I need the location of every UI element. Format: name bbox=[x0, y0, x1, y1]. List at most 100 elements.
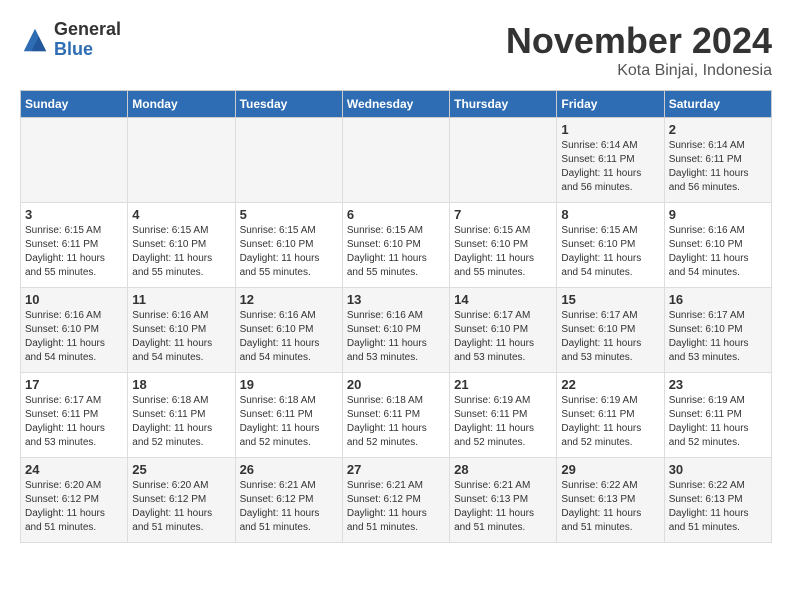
calendar-week-row: 1 Sunrise: 6:14 AM Sunset: 6:11 PM Daylig… bbox=[21, 118, 772, 203]
day-info: Sunrise: 6:19 AM Sunset: 6:11 PM Dayligh… bbox=[454, 394, 552, 450]
day-number: 16 bbox=[669, 292, 767, 307]
day-number: 9 bbox=[669, 207, 767, 222]
calendar-cell: 24 Sunrise: 6:20 AM Sunset: 6:12 PM Dayli… bbox=[21, 458, 128, 543]
day-number: 22 bbox=[561, 377, 659, 392]
calendar-cell bbox=[450, 118, 557, 203]
calendar-cell bbox=[128, 118, 235, 203]
calendar-week-row: 10 Sunrise: 6:16 AM Sunset: 6:10 PM Dayli… bbox=[21, 288, 772, 373]
day-number: 24 bbox=[25, 462, 123, 477]
calendar-header-monday: Monday bbox=[128, 91, 235, 118]
day-number: 13 bbox=[347, 292, 445, 307]
calendar-cell: 8 Sunrise: 6:15 AM Sunset: 6:10 PM Daylig… bbox=[557, 203, 664, 288]
day-number: 26 bbox=[240, 462, 338, 477]
month-title: November 2024 bbox=[506, 20, 772, 62]
day-info: Sunrise: 6:17 AM Sunset: 6:10 PM Dayligh… bbox=[561, 309, 659, 365]
day-info: Sunrise: 6:16 AM Sunset: 6:10 PM Dayligh… bbox=[347, 309, 445, 365]
day-number: 17 bbox=[25, 377, 123, 392]
day-number: 29 bbox=[561, 462, 659, 477]
calendar-cell: 7 Sunrise: 6:15 AM Sunset: 6:10 PM Daylig… bbox=[450, 203, 557, 288]
day-number: 27 bbox=[347, 462, 445, 477]
calendar-header-row: SundayMondayTuesdayWednesdayThursdayFrid… bbox=[21, 91, 772, 118]
calendar-cell: 3 Sunrise: 6:15 AM Sunset: 6:11 PM Daylig… bbox=[21, 203, 128, 288]
calendar-week-row: 3 Sunrise: 6:15 AM Sunset: 6:11 PM Daylig… bbox=[21, 203, 772, 288]
day-number: 23 bbox=[669, 377, 767, 392]
calendar-cell: 4 Sunrise: 6:15 AM Sunset: 6:10 PM Daylig… bbox=[128, 203, 235, 288]
day-info: Sunrise: 6:21 AM Sunset: 6:12 PM Dayligh… bbox=[240, 479, 338, 535]
calendar-cell: 11 Sunrise: 6:16 AM Sunset: 6:10 PM Dayli… bbox=[128, 288, 235, 373]
calendar-cell: 26 Sunrise: 6:21 AM Sunset: 6:12 PM Dayli… bbox=[235, 458, 342, 543]
day-number: 12 bbox=[240, 292, 338, 307]
day-number: 11 bbox=[132, 292, 230, 307]
day-number: 19 bbox=[240, 377, 338, 392]
day-number: 25 bbox=[132, 462, 230, 477]
calendar-cell: 2 Sunrise: 6:14 AM Sunset: 6:11 PM Daylig… bbox=[664, 118, 771, 203]
day-info: Sunrise: 6:14 AM Sunset: 6:11 PM Dayligh… bbox=[669, 139, 767, 195]
day-info: Sunrise: 6:17 AM Sunset: 6:10 PM Dayligh… bbox=[669, 309, 767, 365]
day-number: 8 bbox=[561, 207, 659, 222]
logo-text: General Blue bbox=[54, 20, 121, 60]
calendar-cell: 1 Sunrise: 6:14 AM Sunset: 6:11 PM Daylig… bbox=[557, 118, 664, 203]
calendar-header-wednesday: Wednesday bbox=[342, 91, 449, 118]
calendar-week-row: 17 Sunrise: 6:17 AM Sunset: 6:11 PM Dayli… bbox=[21, 373, 772, 458]
day-info: Sunrise: 6:15 AM Sunset: 6:10 PM Dayligh… bbox=[454, 224, 552, 280]
calendar-cell: 19Sunrise: 6:18 AM Sunset: 6:11 PM Dayli… bbox=[235, 373, 342, 458]
day-number: 5 bbox=[240, 207, 338, 222]
day-number: 14 bbox=[454, 292, 552, 307]
calendar-cell: 17 Sunrise: 6:17 AM Sunset: 6:11 PM Dayli… bbox=[21, 373, 128, 458]
logo: General Blue bbox=[20, 20, 121, 60]
day-info: Sunrise: 6:15 AM Sunset: 6:10 PM Dayligh… bbox=[240, 224, 338, 280]
calendar-cell: 5 Sunrise: 6:15 AM Sunset: 6:10 PM Daylig… bbox=[235, 203, 342, 288]
day-info: Sunrise: 6:15 AM Sunset: 6:10 PM Dayligh… bbox=[561, 224, 659, 280]
calendar-cell: 22 Sunrise: 6:19 AM Sunset: 6:11 PM Dayli… bbox=[557, 373, 664, 458]
day-info: Sunrise: 6:15 AM Sunset: 6:11 PM Dayligh… bbox=[25, 224, 123, 280]
day-number: 3 bbox=[25, 207, 123, 222]
day-info: Sunrise: 6:16 AM Sunset: 6:10 PM Dayligh… bbox=[669, 224, 767, 280]
day-info: Sunrise: 6:18 AM Sunset: 6:11 PM Dayligh… bbox=[347, 394, 445, 450]
day-info: Sunrise: 6:15 AM Sunset: 6:10 PM Dayligh… bbox=[132, 224, 230, 280]
calendar-cell bbox=[21, 118, 128, 203]
calendar-header-thursday: Thursday bbox=[450, 91, 557, 118]
calendar-header-saturday: Saturday bbox=[664, 91, 771, 118]
calendar-cell: 23 Sunrise: 6:19 AM Sunset: 6:11 PM Dayli… bbox=[664, 373, 771, 458]
title-block: November 2024 Kota Binjai, Indonesia bbox=[506, 20, 772, 80]
day-number: 10 bbox=[25, 292, 123, 307]
day-info: Sunrise: 6:20 AM Sunset: 6:12 PM Dayligh… bbox=[25, 479, 123, 535]
calendar-cell: 29 Sunrise: 6:22 AM Sunset: 6:13 PM Dayli… bbox=[557, 458, 664, 543]
day-number: 4 bbox=[132, 207, 230, 222]
day-number: 7 bbox=[454, 207, 552, 222]
day-number: 28 bbox=[454, 462, 552, 477]
logo-general: General bbox=[54, 20, 121, 40]
day-number: 2 bbox=[669, 122, 767, 137]
day-info: Sunrise: 6:18 AM Sunset: 6:11 PM Dayligh… bbox=[132, 394, 230, 450]
day-info: Sunrise: 6:14 AM Sunset: 6:11 PM Dayligh… bbox=[561, 139, 659, 195]
calendar-header-tuesday: Tuesday bbox=[235, 91, 342, 118]
calendar-cell: 27 Sunrise: 6:21 AM Sunset: 6:12 PM Dayli… bbox=[342, 458, 449, 543]
day-info: Sunrise: 6:22 AM Sunset: 6:13 PM Dayligh… bbox=[561, 479, 659, 535]
calendar-cell: 14 Sunrise: 6:17 AM Sunset: 6:10 PM Dayli… bbox=[450, 288, 557, 373]
calendar-cell: 13 Sunrise: 6:16 AM Sunset: 6:10 PM Dayli… bbox=[342, 288, 449, 373]
day-number: 30 bbox=[669, 462, 767, 477]
day-info: Sunrise: 6:21 AM Sunset: 6:12 PM Dayligh… bbox=[347, 479, 445, 535]
day-info: Sunrise: 6:19 AM Sunset: 6:11 PM Dayligh… bbox=[561, 394, 659, 450]
calendar-cell: 21 Sunrise: 6:19 AM Sunset: 6:11 PM Dayli… bbox=[450, 373, 557, 458]
calendar-cell: 12 Sunrise: 6:16 AM Sunset: 6:10 PM Dayli… bbox=[235, 288, 342, 373]
calendar-table: SundayMondayTuesdayWednesdayThursdayFrid… bbox=[20, 90, 772, 543]
calendar-cell: 15 Sunrise: 6:17 AM Sunset: 6:10 PM Dayli… bbox=[557, 288, 664, 373]
day-number: 15 bbox=[561, 292, 659, 307]
calendar-cell bbox=[235, 118, 342, 203]
day-info: Sunrise: 6:19 AM Sunset: 6:11 PM Dayligh… bbox=[669, 394, 767, 450]
day-info: Sunrise: 6:20 AM Sunset: 6:12 PM Dayligh… bbox=[132, 479, 230, 535]
day-number: 21 bbox=[454, 377, 552, 392]
calendar-cell: 25 Sunrise: 6:20 AM Sunset: 6:12 PM Dayli… bbox=[128, 458, 235, 543]
day-info: Sunrise: 6:17 AM Sunset: 6:10 PM Dayligh… bbox=[454, 309, 552, 365]
day-number: 20 bbox=[347, 377, 445, 392]
page-header: General Blue November 2024 Kota Binjai, … bbox=[20, 20, 772, 80]
day-info: Sunrise: 6:16 AM Sunset: 6:10 PM Dayligh… bbox=[240, 309, 338, 365]
day-info: Sunrise: 6:16 AM Sunset: 6:10 PM Dayligh… bbox=[132, 309, 230, 365]
logo-icon bbox=[20, 25, 50, 55]
day-info: Sunrise: 6:17 AM Sunset: 6:11 PM Dayligh… bbox=[25, 394, 123, 450]
day-info: Sunrise: 6:15 AM Sunset: 6:10 PM Dayligh… bbox=[347, 224, 445, 280]
day-number: 1 bbox=[561, 122, 659, 137]
calendar-cell: 9 Sunrise: 6:16 AM Sunset: 6:10 PM Daylig… bbox=[664, 203, 771, 288]
day-info: Sunrise: 6:21 AM Sunset: 6:13 PM Dayligh… bbox=[454, 479, 552, 535]
